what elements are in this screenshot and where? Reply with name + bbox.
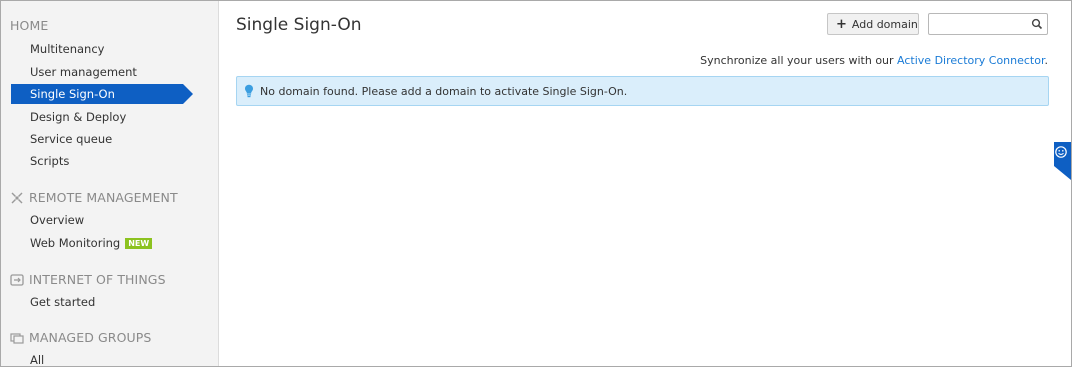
nav-item-user-management[interactable]: User management bbox=[30, 65, 137, 79]
nav-item-label: Web Monitoring bbox=[30, 236, 121, 250]
nav-item-overview[interactable]: Overview bbox=[30, 213, 84, 227]
alert-text: No domain found. Please add a domain to … bbox=[260, 84, 628, 98]
nav-item-service-queue[interactable]: Service queue bbox=[30, 132, 112, 146]
new-badge: NEW bbox=[125, 238, 153, 249]
info-alert: No domain found. Please add a domain to … bbox=[236, 76, 1049, 106]
sync-text: Synchronize all your users with our bbox=[700, 54, 898, 67]
main-content: Single Sign-On + Add domain Synchronize … bbox=[220, 1, 1071, 366]
section-header-label: REMOTE MANAGEMENT bbox=[29, 190, 178, 205]
plus-icon: + bbox=[836, 16, 847, 32]
section-header-home: HOME bbox=[10, 18, 49, 33]
managed-groups-icon bbox=[10, 332, 24, 344]
add-domain-label: Add domain bbox=[851, 17, 918, 31]
sidebar: HOME Multitenancy User management Single… bbox=[1, 1, 219, 366]
app-window: HOME Multitenancy User management Single… bbox=[0, 0, 1072, 367]
nav-item-all[interactable]: All bbox=[30, 353, 44, 366]
nav-item-multitenancy[interactable]: Multitenancy bbox=[30, 42, 104, 56]
sync-message: Synchronize all your users with our Acti… bbox=[700, 54, 1048, 67]
nav-item-web-monitoring[interactable]: Web Monitoring NEW bbox=[30, 236, 153, 250]
search-box bbox=[928, 13, 1048, 36]
sync-text-end: . bbox=[1044, 54, 1049, 67]
section-header-internet-of-things: INTERNET OF THINGS bbox=[10, 272, 166, 287]
feedback-tab-icon[interactable] bbox=[1051, 142, 1071, 180]
lightbulb-icon bbox=[245, 84, 253, 98]
iot-icon bbox=[10, 273, 24, 286]
search-input[interactable] bbox=[929, 15, 1027, 36]
section-header-remote-management: REMOTE MANAGEMENT bbox=[10, 190, 178, 205]
section-header-managed-groups: MANAGED GROUPS bbox=[10, 330, 151, 345]
nav-item-single-sign-on[interactable]: Single Sign-On bbox=[11, 84, 193, 104]
remote-management-icon bbox=[11, 192, 23, 203]
nav-item-scripts[interactable]: Scripts bbox=[30, 154, 69, 168]
page-title: Single Sign-On bbox=[236, 15, 362, 35]
nav-item-design-deploy[interactable]: Design & Deploy bbox=[30, 110, 126, 124]
nav-item-get-started[interactable]: Get started bbox=[30, 295, 95, 309]
section-header-label: MANAGED GROUPS bbox=[29, 330, 152, 345]
search-icon[interactable] bbox=[1031, 18, 1043, 30]
add-domain-button[interactable]: + Add domain bbox=[827, 13, 919, 35]
section-header-label: INTERNET OF THINGS bbox=[29, 272, 166, 287]
active-directory-connector-link[interactable]: Active Directory Connector bbox=[897, 54, 1044, 67]
